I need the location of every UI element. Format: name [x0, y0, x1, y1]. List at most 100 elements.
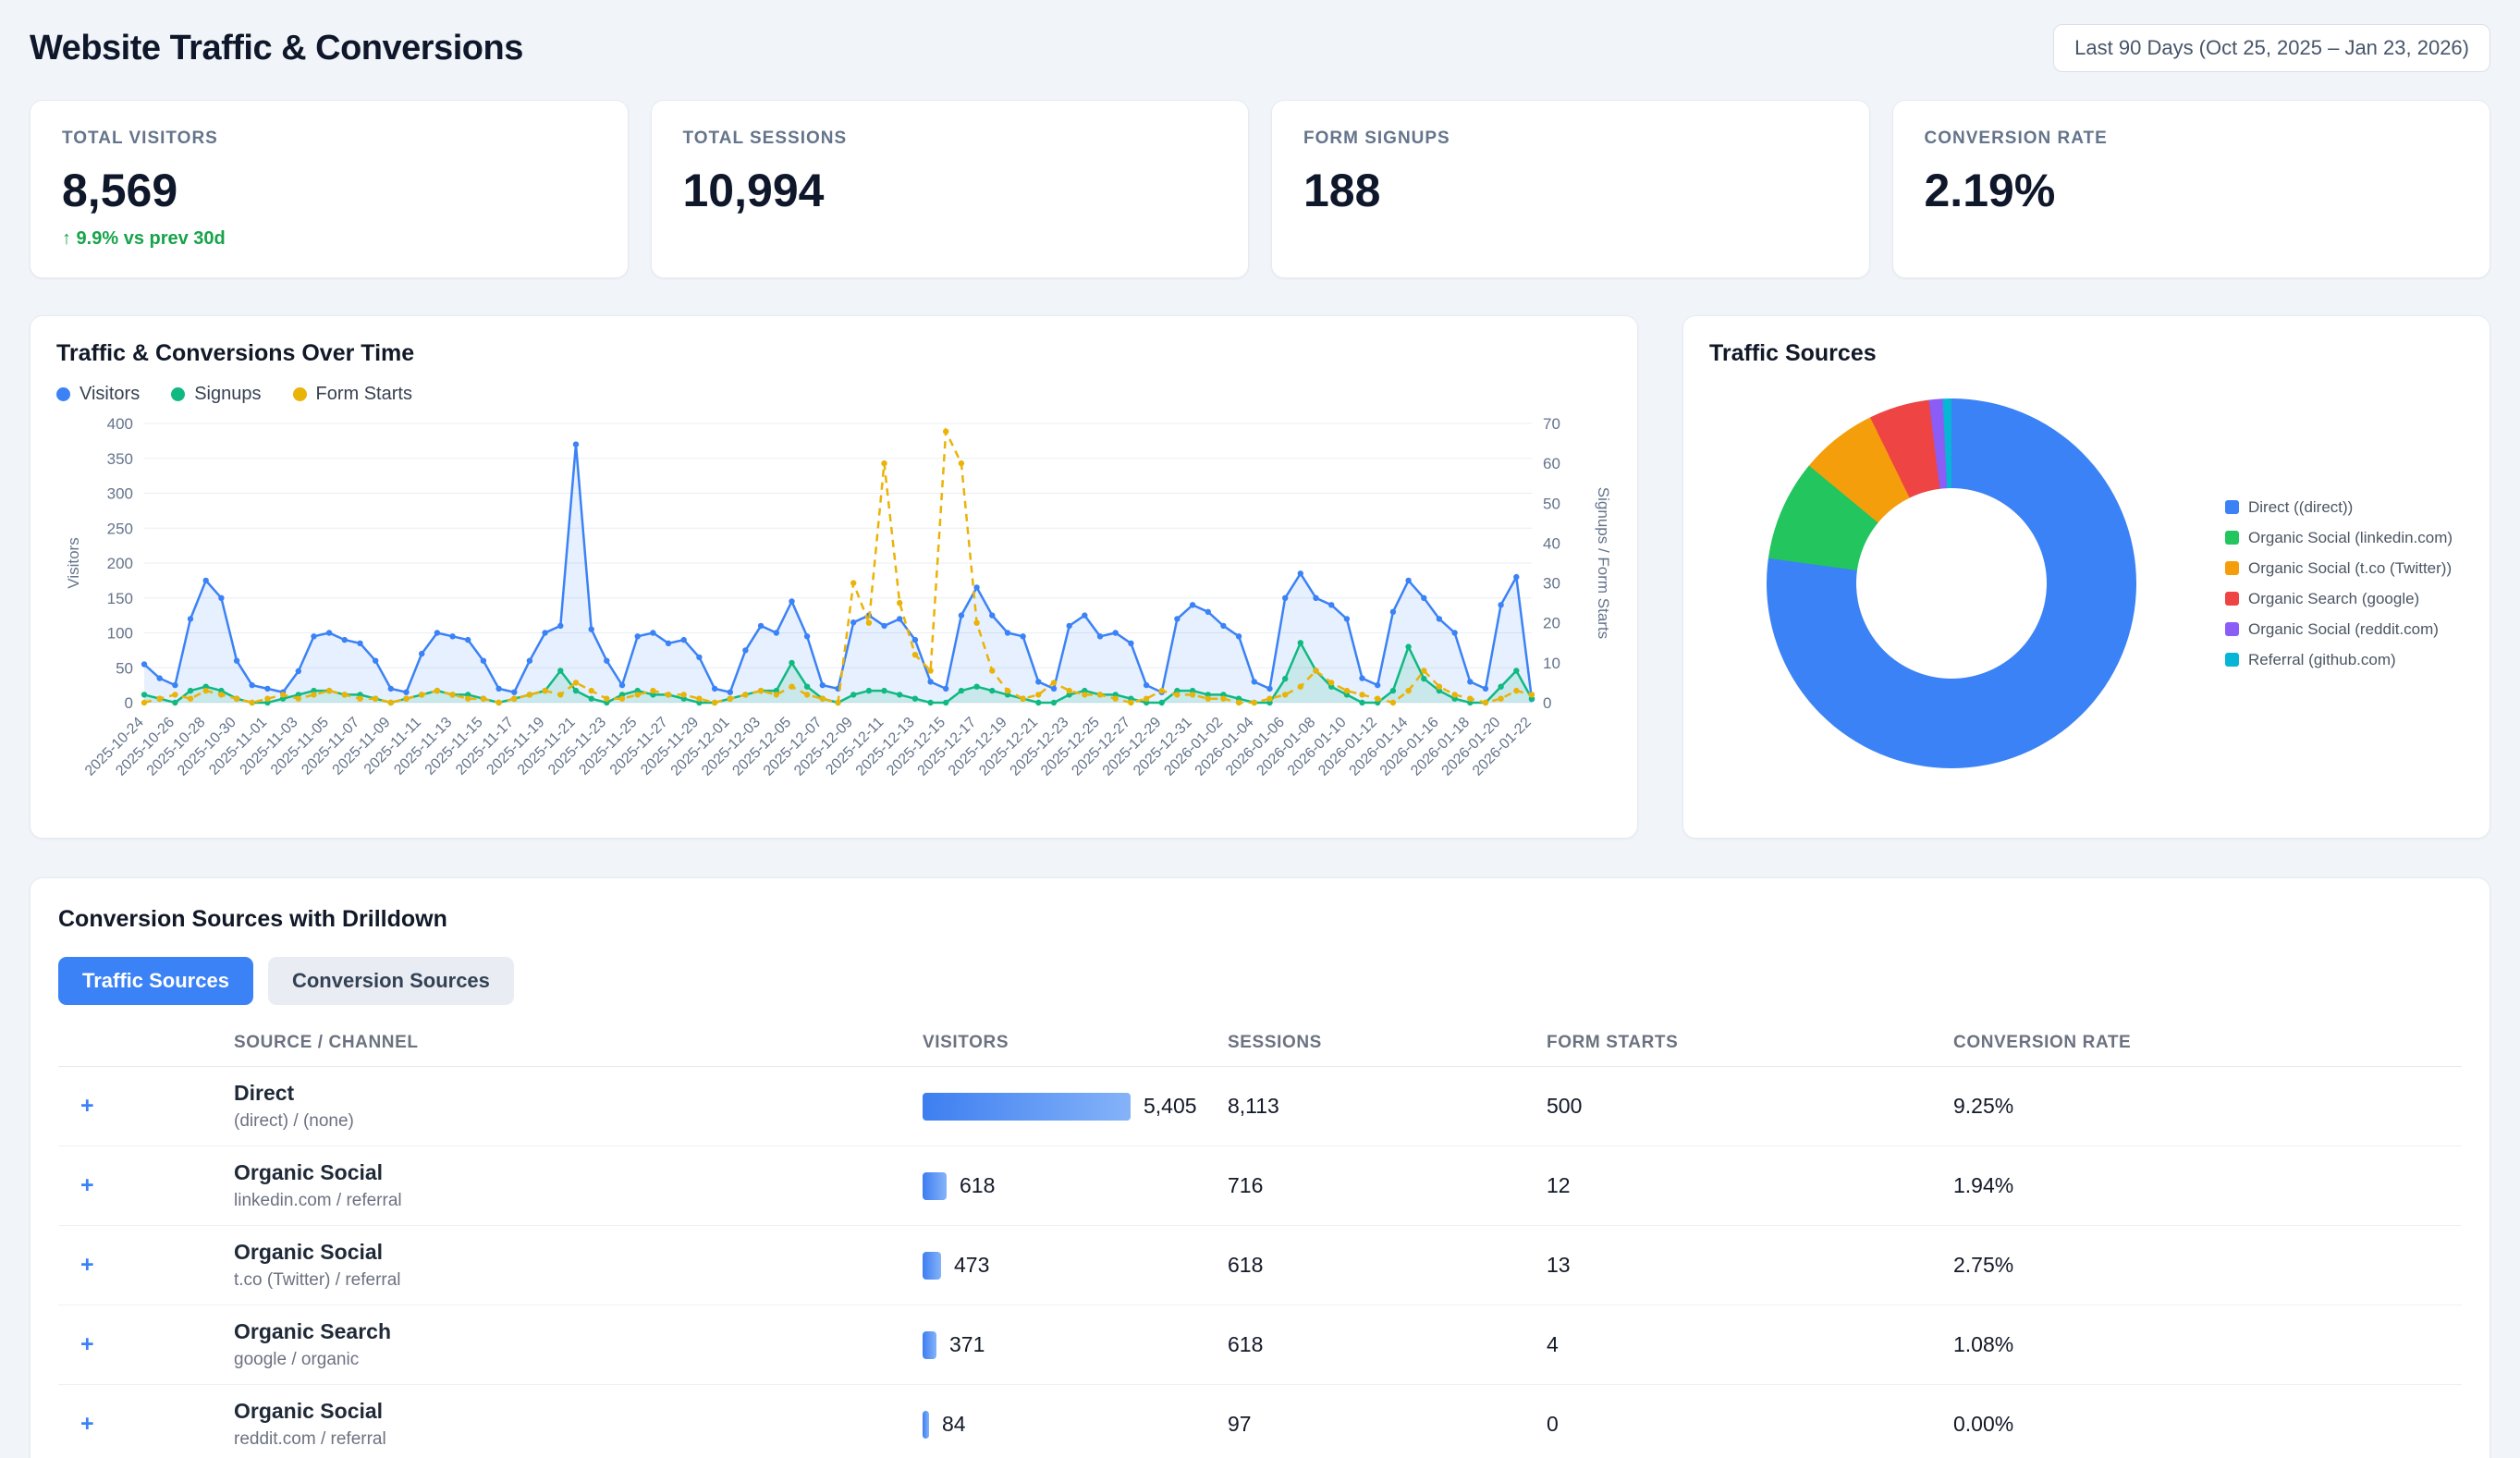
source-name: Organic Social — [234, 1160, 923, 1185]
traffic-sources-donut — [1767, 398, 2136, 768]
visitors-value: 84 — [942, 1412, 966, 1437]
svg-text:400: 400 — [107, 415, 133, 433]
svg-text:50: 50 — [1543, 495, 1560, 512]
tab-traffic-sources[interactable]: Traffic Sources — [58, 957, 253, 1005]
table-header: SOURCE / CHANNEL VISITORS SESSIONS FORM … — [58, 1016, 2462, 1067]
donut-legend-item: Organic Social (linkedin.com) — [2225, 529, 2453, 547]
date-range-badge[interactable]: Last 90 Days (Oct 25, 2025 – Jan 23, 202… — [2053, 24, 2490, 72]
page-header: Website Traffic & Conversions Last 90 Da… — [30, 24, 2490, 72]
source-channel: linkedin.com / referral — [234, 1191, 923, 1211]
expand-cell: + — [58, 1333, 234, 1356]
expand-cell: + — [58, 1413, 234, 1436]
svg-text:10: 10 — [1543, 655, 1560, 672]
tab-conversion-sources[interactable]: Conversion Sources — [268, 957, 514, 1005]
visitors-cell: 371 — [923, 1331, 1228, 1359]
form-starts-value: 0 — [1547, 1412, 1953, 1437]
svg-text:0: 0 — [1543, 694, 1551, 712]
donut-wrap: Direct ((direct)) Organic Social (linkedi… — [1709, 398, 2464, 768]
conversion-rate-value: 0.00% — [1953, 1412, 2462, 1437]
legend-swatch-icon — [2225, 531, 2239, 545]
table-row: +Organic Socialreddit.com / referral8497… — [58, 1385, 2462, 1458]
kpi-value: 10,994 — [683, 164, 1217, 217]
form-starts-value: 13 — [1547, 1253, 1953, 1278]
drilldown-table-body: +Direct(direct) / (none)5,4058,1135009.2… — [58, 1067, 2462, 1458]
source-cell: Organic Socialt.co (Twitter) / referral — [234, 1240, 923, 1291]
header-form-starts: FORM STARTS — [1547, 1033, 1953, 1053]
svg-text:30: 30 — [1543, 575, 1560, 593]
visitors-cell: 5,405 — [923, 1093, 1228, 1121]
expand-cell: + — [58, 1174, 234, 1197]
sessions-value: 618 — [1228, 1332, 1547, 1357]
drilldown-title: Conversion Sources with Drilldown — [58, 906, 2462, 933]
svg-text:60: 60 — [1543, 455, 1560, 472]
donut-legend-item: Referral (github.com) — [2225, 651, 2453, 669]
svg-text:50: 50 — [116, 659, 133, 677]
dashboard-page: Website Traffic & Conversions Last 90 Da… — [0, 0, 2520, 1458]
source-channel: reddit.com / referral — [234, 1429, 923, 1450]
visitors-cell: 84 — [923, 1411, 1228, 1439]
sessions-value: 716 — [1228, 1173, 1547, 1198]
expand-cell: + — [58, 1095, 234, 1118]
svg-text:Visitors: Visitors — [65, 537, 82, 588]
kpi-card-form-signups: FORM SIGNUPS 188 — [1271, 100, 1870, 278]
donut-hole — [1856, 488, 2047, 679]
form-starts-value: 4 — [1547, 1332, 1953, 1357]
donut-legend-item: Organic Social (reddit.com) — [2225, 620, 2453, 639]
visitors-cell: 618 — [923, 1172, 1228, 1200]
svg-text:20: 20 — [1543, 615, 1560, 632]
chart-legend: Visitors Signups Form Starts — [56, 384, 1611, 405]
kpi-row: TOTAL VISITORS 8,569 ↑ 9.9% vs prev 30d … — [30, 100, 2490, 278]
svg-text:150: 150 — [107, 590, 133, 607]
visitors-value: 5,405 — [1144, 1094, 1197, 1119]
kpi-card-total-visitors: TOTAL VISITORS 8,569 ↑ 9.9% vs prev 30d — [30, 100, 629, 278]
table-row: +Direct(direct) / (none)5,4058,1135009.2… — [58, 1067, 2462, 1146]
expand-row-button[interactable]: + — [80, 1172, 94, 1198]
kpi-label: CONVERSION RATE — [1925, 129, 2459, 149]
header-conversion-rate: CONVERSION RATE — [1953, 1033, 2462, 1053]
legend-label: Organic Social (reddit.com) — [2248, 620, 2439, 639]
donut-legend-item: Direct ((direct)) — [2225, 498, 2453, 517]
donut-legend-item: Organic Social (t.co (Twitter)) — [2225, 559, 2453, 578]
svg-text:40: 40 — [1543, 534, 1560, 552]
svg-text:Signups / Form Starts: Signups / Form Starts — [1595, 487, 1612, 639]
visitors-cell: 473 — [923, 1252, 1228, 1280]
visitors-value: 473 — [954, 1253, 989, 1278]
legend-label: Referral (github.com) — [2248, 651, 2396, 669]
legend-item-signups: Signups — [171, 384, 261, 405]
expand-row-button[interactable]: + — [80, 1331, 94, 1357]
table-row: +Organic Searchgoogle / organic37161841.… — [58, 1305, 2462, 1385]
legend-item-visitors: Visitors — [56, 384, 140, 405]
expand-row-button[interactable]: + — [80, 1093, 94, 1119]
source-cell: Direct(direct) / (none) — [234, 1081, 923, 1132]
legend-swatch-icon — [2225, 592, 2239, 606]
visitors-bar — [923, 1252, 941, 1280]
conversion-rate-value: 1.08% — [1953, 1332, 2462, 1357]
expand-row-button[interactable]: + — [80, 1252, 94, 1278]
svg-text:100: 100 — [107, 625, 133, 643]
header-sessions: SESSIONS — [1228, 1033, 1547, 1053]
drilldown-card: Conversion Sources with Drilldown Traffi… — [30, 877, 2490, 1458]
visitors-value: 618 — [960, 1173, 995, 1198]
legend-swatch-icon — [2225, 561, 2239, 575]
traffic-sources-card: Traffic Sources Direct ((direct)) Organic… — [1682, 315, 2490, 839]
chart-title: Traffic & Conversions Over Time — [56, 340, 1611, 367]
legend-dot-icon — [293, 387, 307, 401]
legend-label: Visitors — [80, 384, 140, 405]
svg-text:300: 300 — [107, 485, 133, 503]
source-name: Organic Social — [234, 1240, 923, 1265]
table-row: + Organic Social linkedin.com / referral 61… — [58, 1146, 2462, 1226]
expand-row-button[interactable]: + — [80, 1411, 94, 1437]
source-name: Direct — [234, 1081, 923, 1106]
legend-label: Signups — [194, 384, 261, 405]
donut-legend-item: Organic Search (google) — [2225, 590, 2453, 608]
expand-cell: + — [58, 1254, 234, 1277]
legend-swatch-icon — [2225, 653, 2239, 667]
kpi-value: 2.19% — [1925, 164, 2459, 217]
svg-text:200: 200 — [107, 555, 133, 572]
kpi-card-conversion-rate: CONVERSION RATE 2.19% — [1892, 100, 2491, 278]
chart-title: Traffic Sources — [1709, 340, 2464, 367]
svg-text:70: 70 — [1543, 415, 1560, 433]
conversion-rate-value: 9.25% — [1953, 1094, 2462, 1119]
traffic-over-time-card: Traffic & Conversions Over Time Visitors… — [30, 315, 1638, 839]
visitors-bar — [923, 1172, 947, 1200]
